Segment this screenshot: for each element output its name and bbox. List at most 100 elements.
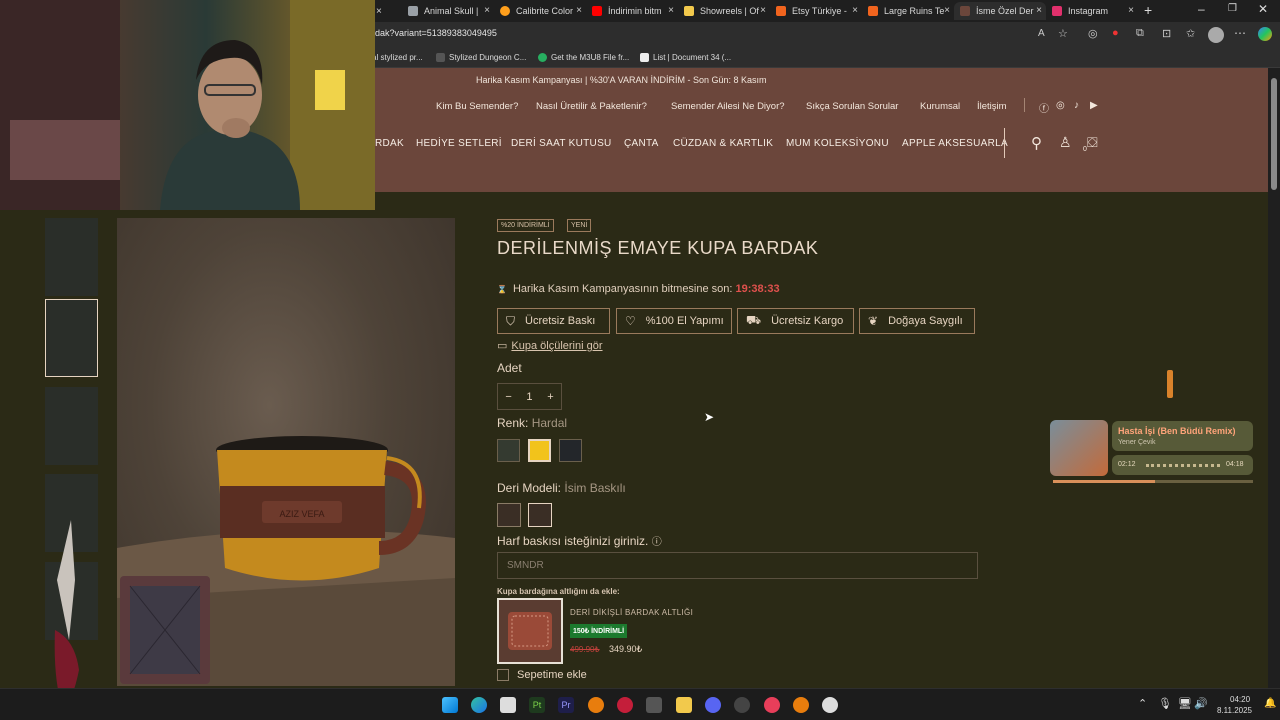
favorite-star-icon[interactable]: ☆ xyxy=(1058,27,1068,40)
page-scrollbar[interactable] xyxy=(1268,68,1280,688)
media-player-icon[interactable] xyxy=(764,697,780,713)
premiere-pro-icon[interactable]: Pr xyxy=(558,697,574,713)
maximize-icon[interactable]: ❐ xyxy=(1228,3,1237,14)
nav-hediye-setleri[interactable]: HEDİYE SETLERİ xyxy=(416,138,502,149)
tab-large-ruins[interactable]: Large Ruins Te × xyxy=(862,2,954,20)
minimize-icon[interactable]: – xyxy=(1198,2,1205,16)
tab-showreels[interactable]: Showreels | Of × xyxy=(678,2,770,20)
search-icon[interactable]: ⚲ xyxy=(1031,134,1042,152)
close-icon[interactable]: × xyxy=(944,5,950,16)
split-screen-icon[interactable]: ⊡ xyxy=(1162,27,1171,40)
color-swatch-black[interactable] xyxy=(559,439,582,462)
product-thumbnail[interactable] xyxy=(45,218,98,296)
youtube-icon[interactable]: ▶ xyxy=(1090,100,1098,111)
addon-name[interactable]: DERİ DİKİŞLİ BARDAK ALTLIĞI xyxy=(570,608,693,617)
copilot-icon[interactable] xyxy=(1258,27,1272,41)
start-icon[interactable] xyxy=(442,697,458,713)
addon-coaster-image[interactable] xyxy=(497,598,563,664)
size-guide-link[interactable]: ▭ Kupa ölçülerini gör xyxy=(497,339,603,352)
close-icon[interactable]: × xyxy=(668,5,674,16)
extension-icon[interactable]: ◎ xyxy=(1088,27,1098,40)
tab-animal-skull[interactable]: Animal Skull | × xyxy=(402,2,494,20)
network-icon[interactable]: 🖥 xyxy=(1178,697,1192,710)
product-thumbnail-selected[interactable] xyxy=(45,299,98,377)
taskbar-date[interactable]: 8.11.2025 xyxy=(1217,706,1252,715)
substance-painter-icon[interactable]: Pt xyxy=(529,697,545,713)
taskbar-time[interactable]: 04:20 xyxy=(1230,695,1250,704)
tray-chevron-icon[interactable]: ⌃ xyxy=(1138,697,1147,710)
close-icon[interactable]: × xyxy=(376,6,382,17)
bookmark-item[interactable]: List | Document 34 (... xyxy=(640,53,731,62)
adblock-icon[interactable]: ● xyxy=(1112,27,1119,39)
toplink-iletisim[interactable]: İletişim xyxy=(977,101,1007,112)
nav-canta[interactable]: ÇANTA xyxy=(624,138,659,149)
bookmark-item[interactable]: Get the M3U8 File fr... xyxy=(538,53,629,62)
close-icon[interactable]: × xyxy=(576,5,582,16)
file-explorer-icon[interactable] xyxy=(676,697,692,713)
extensions-puzzle-icon[interactable]: ⧉ xyxy=(1136,27,1144,40)
volume-icon[interactable]: 🔊 xyxy=(1194,697,1208,710)
plus-icon[interactable]: + xyxy=(547,391,553,403)
close-icon[interactable]: × xyxy=(484,5,490,16)
quantity-value[interactable]: 1 xyxy=(526,391,532,403)
close-icon[interactable]: × xyxy=(760,5,766,16)
product-thumbnail[interactable] xyxy=(45,387,98,465)
engrave-input[interactable]: SMNDR xyxy=(497,552,978,579)
instagram-icon[interactable]: ◎ xyxy=(1056,100,1065,111)
close-icon[interactable]: × xyxy=(1036,5,1042,16)
add-to-cart-label[interactable]: Sepetime ekle xyxy=(517,669,587,681)
profile-avatar[interactable] xyxy=(1208,27,1224,43)
tab-instagram[interactable]: Instagram × xyxy=(1046,2,1138,20)
cart-icon[interactable]: ⛋ xyxy=(1087,134,1098,151)
toplink-sss[interactable]: Sıkça Sorulan Sorular xyxy=(806,101,898,112)
favorites-icon[interactable]: ✩ xyxy=(1186,27,1195,40)
read-aloud-icon[interactable]: A xyxy=(1038,28,1045,39)
account-icon[interactable]: ♙ xyxy=(1059,134,1072,151)
tiktok-icon[interactable]: ♪ xyxy=(1074,100,1079,111)
nav-apple-aksesuarlari[interactable]: APPLE AKSESUARLA xyxy=(902,138,1008,149)
inkscape-icon[interactable] xyxy=(500,697,516,713)
color-label: Renk: Hardal xyxy=(497,416,567,430)
url-field[interactable]: rdak?variant=51389383049495 xyxy=(372,28,497,38)
discord-icon[interactable] xyxy=(705,697,721,713)
tab-favicon-icon xyxy=(684,6,694,16)
window-close-icon[interactable]: ✕ xyxy=(1258,2,1268,16)
blender-alt-icon[interactable] xyxy=(793,697,809,713)
nav-deri-saat-kutusu[interactable]: DERİ SAAT KUTUSU xyxy=(511,138,612,149)
tab-etsy[interactable]: Etsy Türkiye - × xyxy=(770,2,862,20)
bookmark-item[interactable]: Stylized Dungeon C... xyxy=(436,53,526,62)
search-app-icon[interactable] xyxy=(646,697,662,713)
new-tab-icon[interactable]: + xyxy=(1144,2,1152,18)
facebook-icon[interactable]: ⓕ xyxy=(1039,100,1049,115)
bookmark-item[interactable]: al stylized pr... xyxy=(372,53,423,62)
info-icon[interactable]: ⓘ xyxy=(652,537,662,548)
scrollbar-thumb[interactable] xyxy=(1271,78,1277,190)
microphone-icon[interactable]: 🎙 xyxy=(1158,697,1172,710)
nav-cuzdan-kartlik[interactable]: CÜZDAN & KARTLIK xyxy=(673,138,773,149)
davinci-icon[interactable] xyxy=(617,697,633,713)
toplink-kim-bu-semender[interactable]: Kim Bu Semender? xyxy=(436,101,518,112)
toplink-nasil-uretilir[interactable]: Nasıl Üretilir & Paketlenir? xyxy=(536,101,647,112)
leather-model-option[interactable] xyxy=(497,503,521,527)
close-icon[interactable]: × xyxy=(1128,5,1134,16)
tab-youtube[interactable]: İndirimin bitm × xyxy=(586,2,678,20)
color-swatch-mustard[interactable] xyxy=(528,439,551,462)
tab-calibrite[interactable]: Calibrite Color × xyxy=(494,2,586,20)
obs-icon[interactable] xyxy=(734,697,750,713)
tab-active-product[interactable]: İsme Özel Der × xyxy=(954,2,1046,20)
leather-model-option-selected[interactable] xyxy=(528,503,552,527)
add-to-cart-checkbox[interactable] xyxy=(497,669,509,681)
close-icon[interactable]: × xyxy=(852,5,858,16)
color-swatch-dark-green[interactable] xyxy=(497,439,520,462)
more-menu-icon[interactable]: ⋯ xyxy=(1234,26,1246,40)
toplink-kurumsal[interactable]: Kurumsal xyxy=(920,101,960,112)
minus-icon[interactable]: − xyxy=(505,391,511,403)
nav-kupa-bardak[interactable]: RDAK xyxy=(375,138,404,149)
notification-icon[interactable]: 🔔 xyxy=(1264,698,1276,709)
edge-icon[interactable] xyxy=(471,697,487,713)
toplink-semender-ailesi[interactable]: Semender Ailesi Ne Diyor? xyxy=(671,101,785,112)
album-art[interactable] xyxy=(1050,420,1108,476)
nav-mum-koleksiyonu[interactable]: MUM KOLEKSİYONU xyxy=(786,138,889,149)
blender-icon[interactable] xyxy=(588,697,604,713)
steam-icon[interactable] xyxy=(822,697,838,713)
